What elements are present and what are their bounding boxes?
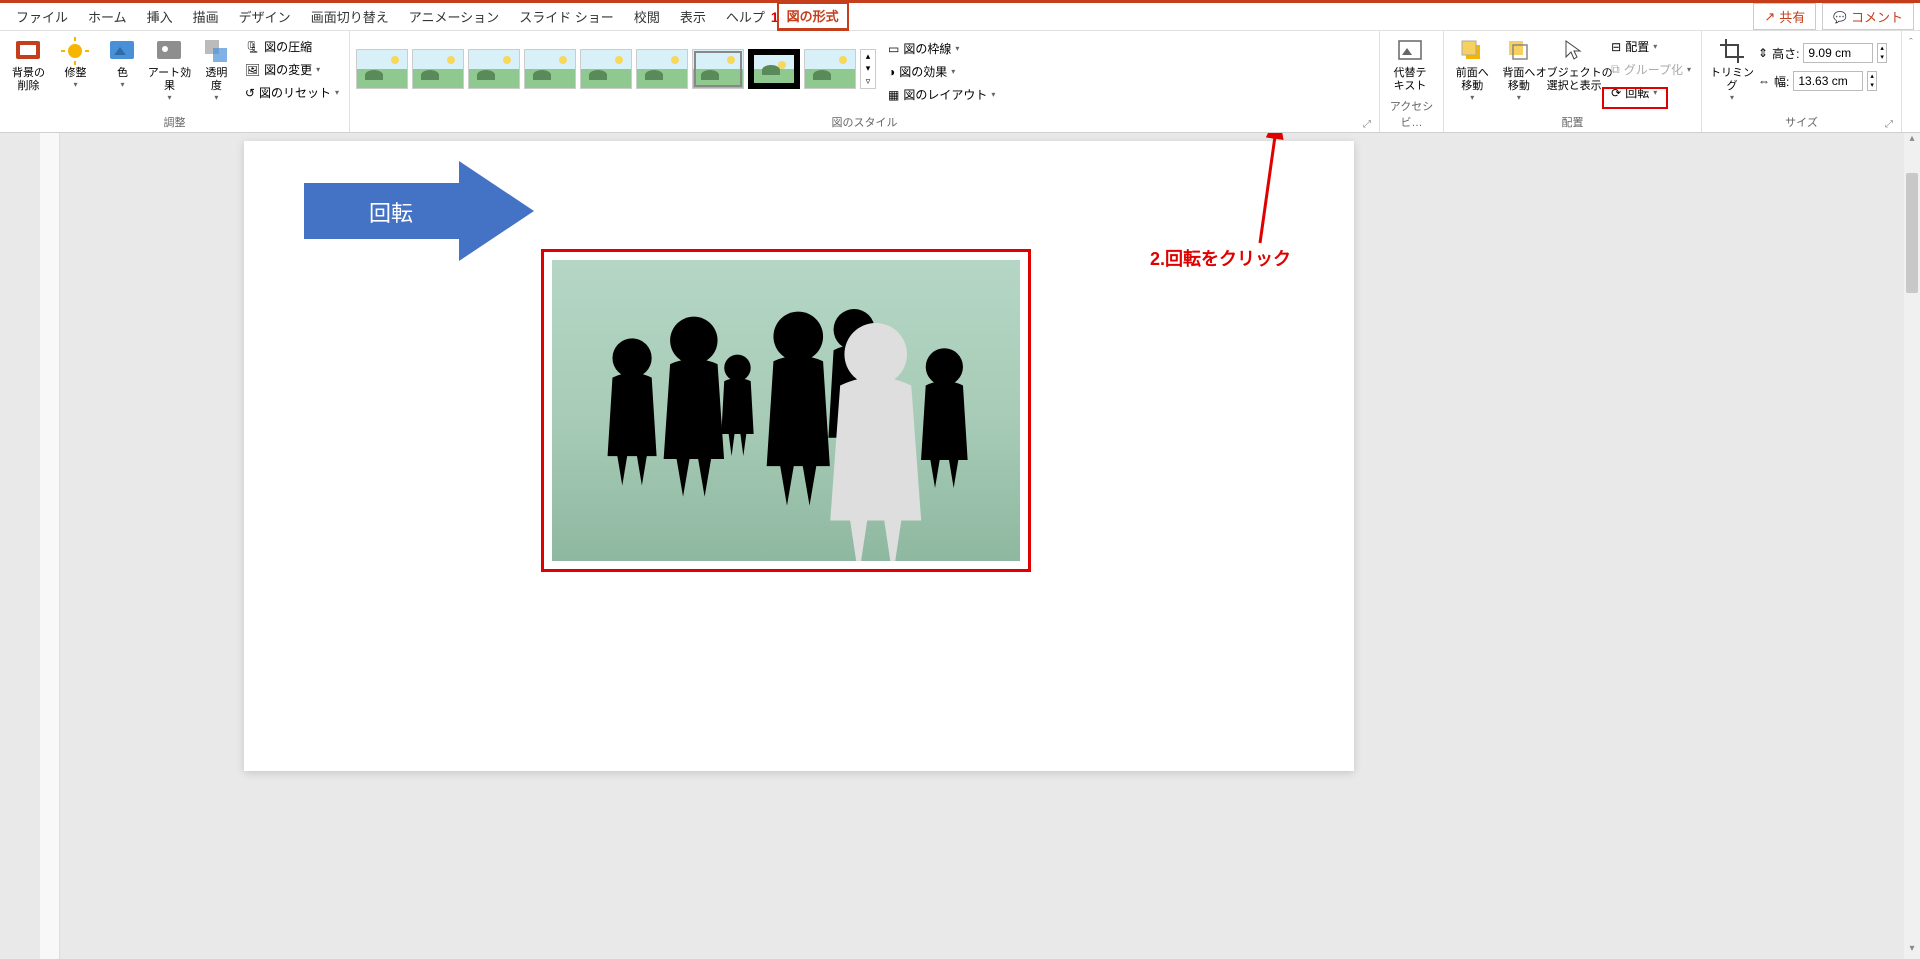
scroll-up-arrow[interactable]: ▴ [1904,133,1920,149]
picture-color-icon [108,37,136,65]
tab-view[interactable]: 表示 [670,3,716,30]
tab-insert[interactable]: 挿入 [137,3,183,30]
vertical-guide [40,133,60,959]
styles-launcher[interactable]: ⤢ [1363,119,1371,130]
width-input[interactable] [1793,71,1863,91]
tab-picture-format[interactable]: 図の形式 [777,2,849,31]
align-button[interactable]: ⊟配置▾ [1607,35,1695,58]
reset-icon: ↺ [245,86,255,100]
group-label-arrange: 配置 [1450,112,1695,132]
style-thumb-2[interactable] [412,49,464,89]
comment-button[interactable]: コメント [1822,3,1914,30]
share-icon [1764,9,1775,25]
menubar: ファイル ホーム 挿入 描画 デザイン 画面切り替え アニメーション スライド … [0,3,1920,31]
send-backward-button[interactable]: 背面へ 移動▾ [1497,33,1542,102]
tab-design[interactable]: デザイン [229,3,301,30]
bring-forward-icon [1458,37,1486,65]
ribbon: 背景の 削除 修整▾ 色▾ アート効果▾ 透明 度▾ 🗜図の圧縮 🖼図の変更▾ [0,31,1920,133]
tab-slideshow[interactable]: スライド ショー [509,3,624,30]
vertical-scrollbar[interactable]: ▴ ▾ [1904,133,1920,959]
annotation-rotate-highlight [1602,87,1668,109]
width-spinner[interactable]: ▴▾ [1867,71,1877,91]
image-content [552,260,1020,561]
artistic-effects-button[interactable]: アート効果▾ [147,33,192,102]
selected-image[interactable] [541,249,1031,572]
group-label-size: サイズ⤢ [1708,112,1895,132]
style-thumb-8[interactable] [748,49,800,89]
picture-effects-button[interactable]: ◑図の効果▾ [884,60,999,83]
tab-transitions[interactable]: 画面切り替え [301,3,399,30]
slide[interactable]: 回転 [244,141,1354,771]
compress-icon: 🗜 [245,40,260,54]
tab-home[interactable]: ホーム [78,3,137,30]
sun-icon [61,37,89,65]
style-thumb-3[interactable] [468,49,520,89]
group-icon: ⧉ [1611,62,1620,77]
height-icon: ⇕ [1758,46,1768,60]
alt-text-icon [1396,37,1424,65]
group-label-access: アクセシビ… [1386,96,1437,132]
transparency-icon [202,37,230,65]
picture-styles-gallery[interactable]: ▴▾▿ [356,33,876,89]
group-label-styles: 図のスタイル⤢ [356,112,1373,132]
style-thumb-5[interactable] [580,49,632,89]
selection-icon [1560,37,1588,65]
change-picture-button[interactable]: 🖼図の変更▾ [241,58,343,81]
tab-help[interactable]: ヘルプ [716,3,775,30]
style-thumb-4[interactable] [524,49,576,89]
corrections-button[interactable]: 修整▾ [53,33,98,89]
scroll-down-arrow[interactable]: ▾ [1904,943,1920,959]
height-spinner[interactable]: ▴▾ [1877,43,1887,63]
tab-draw[interactable]: 描画 [183,3,229,30]
style-thumb-7[interactable] [692,49,744,89]
picture-layout-button[interactable]: ▦図のレイアウト▾ [884,83,999,106]
style-thumb-9[interactable] [804,49,856,89]
transparency-button[interactable]: 透明 度▾ [194,33,239,102]
remove-background-button[interactable]: 背景の 削除 [6,33,51,93]
change-picture-icon: 🖼 [245,63,260,77]
arrow-text: 回転 [369,196,413,228]
picture-border-button[interactable]: ▭図の枠線▾ [884,37,999,60]
tab-animations[interactable]: アニメーション [399,3,509,30]
send-backward-icon [1505,37,1533,65]
style-thumb-6[interactable] [636,49,688,89]
width-label: 幅: [1774,73,1789,90]
style-thumb-1[interactable] [356,49,408,89]
group-label-adjust: 調整 [6,112,343,132]
size-launcher[interactable]: ⤢ [1885,119,1893,130]
group-button[interactable]: ⧉グループ化▾ [1607,58,1695,81]
bring-forward-button[interactable]: 前面へ 移動▾ [1450,33,1495,102]
align-icon: ⊟ [1611,40,1621,54]
canvas-area[interactable]: 回転 [0,133,1920,959]
height-input[interactable] [1803,43,1873,63]
selection-pane-button[interactable]: オブジェクトの 選択と表示 [1543,33,1605,93]
height-label: 高さ: [1772,45,1799,62]
ribbon-collapse-button[interactable]: ˆ [1909,37,1913,49]
border-icon: ▭ [888,42,899,56]
artistic-icon [155,37,183,65]
scroll-thumb[interactable] [1906,173,1918,293]
remove-bg-icon [14,37,42,65]
layout-icon: ▦ [888,88,899,102]
color-button[interactable]: 色▾ [100,33,145,89]
crop-icon [1718,37,1746,65]
width-icon: ⇔ [1758,74,1770,88]
comment-icon [1833,9,1847,24]
compress-picture-button[interactable]: 🗜図の圧縮 [241,35,343,58]
tab-review[interactable]: 校閲 [624,3,670,30]
effects-icon: ◑ [888,65,895,79]
reset-picture-button[interactable]: ↺図のリセット▾ [241,81,343,104]
gallery-more-button[interactable]: ▴▾▿ [860,49,876,89]
alt-text-button[interactable]: 代替テ キスト [1386,33,1434,93]
arrow-shape[interactable] [304,161,534,266]
share-button[interactable]: 共有 [1753,3,1816,30]
crop-button[interactable]: トリミング▾ [1708,33,1756,102]
tab-file[interactable]: ファイル [6,3,78,30]
